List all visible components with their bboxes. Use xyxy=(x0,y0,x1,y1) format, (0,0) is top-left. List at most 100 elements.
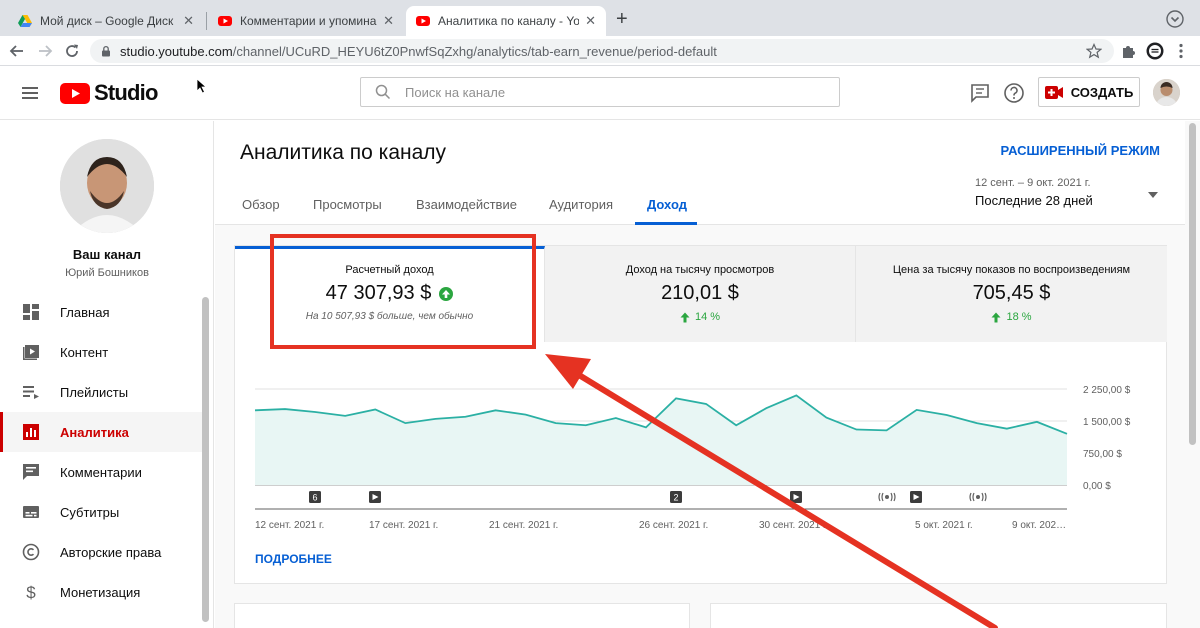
dashboard-icon xyxy=(23,304,39,320)
sidebar-item-label: Монетизация xyxy=(60,584,141,600)
extensions-puzzle-icon[interactable] xyxy=(1120,42,1138,60)
url-host: studio.youtube.com xyxy=(120,43,233,59)
metric-change-value: 18 % xyxy=(1006,311,1032,323)
url-field[interactable]: studio.youtube.com/channel/UCuRD_HEYU6tZ… xyxy=(90,39,1114,63)
url-path: /channel/UCuRD_HEYU6tZ0PnwfSqZxhg/analyt… xyxy=(232,43,717,59)
account-avatar[interactable] xyxy=(1153,79,1180,106)
metric-value: 705,45 $ xyxy=(972,282,1051,304)
metric-playback-cpm[interactable]: Цена за тысячу показов по воспроизведени… xyxy=(856,246,1167,342)
sidebar-item-label: Комментарии xyxy=(60,464,142,480)
menu-icon[interactable] xyxy=(20,83,40,103)
tab-separator xyxy=(206,12,207,30)
sidebar-item-label: Аналитика xyxy=(60,424,129,440)
y-tick-label: 1 500,00 $ xyxy=(1083,417,1131,428)
page-title: Аналитика по каналу xyxy=(240,141,447,164)
url-text: studio.youtube.com/channel/UCuRD_HEYU6tZ… xyxy=(120,44,717,59)
tab-overview[interactable]: Обзор xyxy=(242,197,280,212)
playlists-icon xyxy=(23,386,39,399)
series-area xyxy=(255,395,1067,485)
main-scrollbar[interactable] xyxy=(1189,123,1196,445)
tab-revenue[interactable]: Доход xyxy=(647,197,687,212)
sidebar-item-analytics[interactable]: Аналитика xyxy=(0,412,202,452)
comments-icon xyxy=(23,464,39,480)
advanced-mode-link[interactable]: РАСШИРЕННЫЙ РЕЖИМ xyxy=(1001,143,1160,158)
y-tick-label: 0,00 $ xyxy=(1083,481,1111,492)
live-marker-icon xyxy=(969,492,987,502)
create-button[interactable]: СОЗДАТЬ xyxy=(1038,77,1140,107)
close-tab-icon[interactable]: ✕ xyxy=(585,13,596,29)
browser-tab-analytics[interactable]: Аналитика по каналу - YouTube ✕ xyxy=(406,6,606,36)
metric-change: 18 % xyxy=(856,311,1167,323)
svg-text:$: $ xyxy=(26,583,36,601)
close-tab-icon[interactable]: ✕ xyxy=(383,13,394,29)
sidebar-item-label: Авторские права xyxy=(60,544,162,560)
period-range: 12 сент. – 9 окт. 2021 г. xyxy=(975,177,1091,189)
x-tick-label: 12 сент. 2021 г. xyxy=(255,520,324,531)
help-icon[interactable] xyxy=(1003,82,1025,104)
sidebar: Ваш канал Юрий Бошников Главная Контент … xyxy=(0,121,214,628)
browser-menu-icon[interactable] xyxy=(1172,42,1190,60)
bookmark-star-icon[interactable] xyxy=(1086,43,1102,59)
metric-change: 14 % xyxy=(545,311,855,323)
tab-views[interactable]: Просмотры xyxy=(313,197,382,212)
bottom-card-left xyxy=(234,603,690,628)
analytics-icon xyxy=(23,424,39,440)
reload-icon[interactable] xyxy=(63,42,81,60)
sidebar-item-subtitles[interactable]: Субтитры xyxy=(0,492,202,532)
x-tick-label: 5 окт. 2021 г. xyxy=(915,520,973,531)
browser-tab-drive[interactable]: Мой диск – Google Диск ✕ xyxy=(8,6,204,36)
create-video-icon xyxy=(1044,85,1063,99)
create-label: СОЗДАТЬ xyxy=(1070,84,1134,100)
google-drive-icon xyxy=(18,15,32,27)
channel-photo-icon xyxy=(60,139,154,233)
sidebar-scrollbar[interactable] xyxy=(202,297,209,622)
tab-search-icon[interactable] xyxy=(1166,10,1184,28)
content-icon xyxy=(23,345,39,360)
forward-arrow-icon[interactable] xyxy=(36,42,54,60)
copyright-icon xyxy=(22,543,40,561)
tab-engagement[interactable]: Взаимодействие xyxy=(416,197,517,212)
dropdown-arrow-icon[interactable] xyxy=(1147,191,1159,199)
youtube-logo-icon xyxy=(60,82,90,104)
browser-tab-comments[interactable]: Комментарии и упоминания ✕ xyxy=(208,6,404,36)
period-selector[interactable]: 12 сент. – 9 окт. 2021 г. Последние 28 д… xyxy=(975,177,1093,208)
metric-label: Цена за тысячу показов по воспроизведени… xyxy=(892,264,1131,276)
x-tick-label: 9 окт. 202… xyxy=(1012,520,1066,531)
channel-title: Ваш канал xyxy=(72,247,142,262)
search-input[interactable]: Поиск на канале xyxy=(360,77,840,107)
tab-audience[interactable]: Аудитория xyxy=(549,197,613,212)
bottom-card-right xyxy=(710,603,1167,628)
marker-count-label: 6 xyxy=(312,493,317,503)
see-more-link[interactable]: ПОДРОБНЕЕ xyxy=(255,552,332,566)
sidebar-item-dashboard[interactable]: Главная xyxy=(0,292,202,332)
close-tab-icon[interactable]: ✕ xyxy=(183,13,194,29)
period-label: Последние 28 дней xyxy=(975,193,1093,208)
new-tab-button[interactable]: + xyxy=(616,9,628,29)
youtube-icon xyxy=(416,16,430,26)
back-arrow-icon[interactable] xyxy=(8,42,26,60)
browser-tab-strip: Мой диск – Google Диск ✕ Комментарии и у… xyxy=(0,0,1200,36)
sidebar-item-comments[interactable]: Комментарии xyxy=(0,452,202,492)
sidebar-item-monetization[interactable]: $ Монетизация xyxy=(0,572,202,612)
mouse-cursor-icon xyxy=(196,78,208,94)
metric-value: 210,01 $ xyxy=(661,282,739,304)
tab-title: Аналитика по каналу - YouTube xyxy=(438,14,580,28)
y-tick-label: 2 250,00 $ xyxy=(1083,385,1131,396)
sidebar-item-copyright[interactable]: Авторские права xyxy=(0,532,202,572)
profile-icon[interactable] xyxy=(1146,42,1164,60)
arrow-up-icon xyxy=(680,312,690,322)
sidebar-item-label: Контент xyxy=(60,344,109,360)
account-photo-icon xyxy=(1153,79,1180,106)
y-tick-label: 750,00 $ xyxy=(1083,449,1122,460)
sidebar-item-playlists[interactable]: Плейлисты xyxy=(0,372,202,412)
active-tab-indicator xyxy=(635,222,697,225)
marker-count-label: 2 xyxy=(673,493,678,503)
subtitles-icon xyxy=(23,506,39,518)
studio-logo[interactable]: Studio xyxy=(60,80,158,106)
metric-rpm[interactable]: Доход на тысячу просмотров 210,01 $ 14 % xyxy=(545,246,856,342)
lock-icon xyxy=(102,45,110,57)
feedback-icon[interactable] xyxy=(969,82,991,104)
channel-avatar[interactable] xyxy=(60,139,154,233)
sidebar-item-label: Главная xyxy=(60,304,110,320)
sidebar-item-content[interactable]: Контент xyxy=(0,332,202,372)
